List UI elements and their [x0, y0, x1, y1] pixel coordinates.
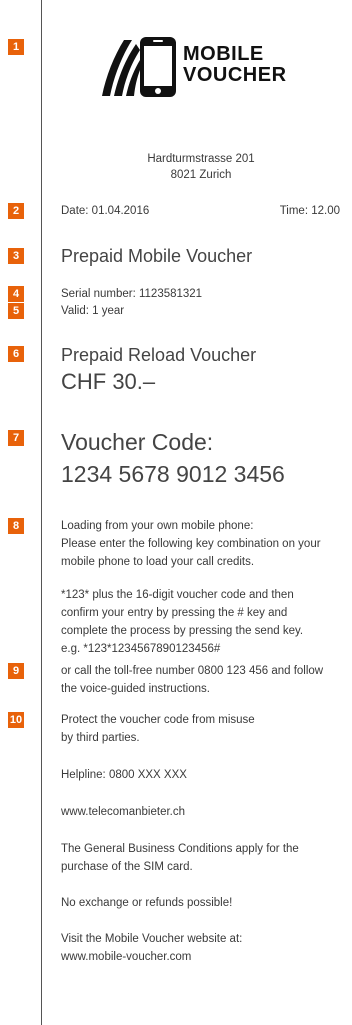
protect-line-2: by third parties. — [61, 732, 140, 744]
loading-line-2: Please enter the following key combinati… — [61, 538, 321, 550]
instruction-line-2: confirm your entry by pressing the # key… — [61, 607, 288, 619]
logo-line-1: MOBILE — [183, 43, 264, 65]
code-value: 1234 5678 9012 3456 — [61, 461, 285, 487]
serial-number: Serial number: 1123581321 — [61, 288, 203, 300]
marker-10: 10 — [8, 712, 24, 728]
loading-line-3: mobile phone to load your call credits. — [61, 556, 255, 568]
address-street: Hardturmstrasse 201 — [147, 153, 255, 165]
reload-label: Prepaid Reload Voucher — [61, 345, 257, 365]
tollfree-line-2: the voice-guided instructions. — [61, 683, 210, 695]
website-telecom: www.telecomanbieter.ch — [61, 806, 186, 818]
conditions-line-2: purchase of the SIM card. — [61, 861, 193, 873]
visit-line-1: Visit the Mobile Voucher website at: — [61, 933, 243, 945]
code-label: Voucher Code: — [61, 429, 214, 455]
marker-8: 8 — [8, 518, 24, 534]
margin-line — [41, 0, 42, 1025]
instruction-line-4: e.g. *123*1234567890123456# — [61, 643, 221, 655]
voucher-title: Prepaid Mobile Voucher — [61, 246, 253, 266]
protect-line-1: Protect the voucher code from misuse — [61, 714, 255, 726]
conditions-line-1: The General Business Conditions apply fo… — [61, 843, 299, 855]
marker-9: 9 — [8, 663, 24, 679]
marker-6: 6 — [8, 346, 24, 362]
marker-5: 5 — [8, 303, 24, 319]
logo-text: MOBILE VOUCHER — [183, 44, 287, 86]
date: Date: 01.04.2016 — [61, 205, 150, 217]
marker-2: 2 — [8, 203, 24, 219]
marker-1: 1 — [8, 39, 24, 55]
reload-amount: CHF 30.– — [61, 369, 156, 394]
instruction-line-3: complete the process by pressing the sen… — [61, 625, 304, 637]
logo-line-2: VOUCHER — [183, 64, 287, 86]
marker-3: 3 — [8, 248, 24, 264]
validity: Valid: 1 year — [61, 305, 125, 317]
marker-4: 4 — [8, 286, 24, 302]
instruction-line-1: *123* plus the 16-digit voucher code and… — [61, 589, 294, 601]
helpline: Helpline: 0800 XXX XXX — [61, 769, 187, 781]
loading-line-1: Loading from your own mobile phone: — [61, 520, 254, 532]
address-city: 8021 Zurich — [170, 169, 232, 181]
tollfree-line-1: or call the toll-free number 0800 123 45… — [61, 665, 324, 677]
marker-7: 7 — [8, 430, 24, 446]
visit-line-2: www.mobile-voucher.com — [61, 951, 192, 963]
time: Time: 12.00 — [279, 205, 340, 217]
no-exchange: No exchange or refunds possible! — [61, 897, 233, 909]
